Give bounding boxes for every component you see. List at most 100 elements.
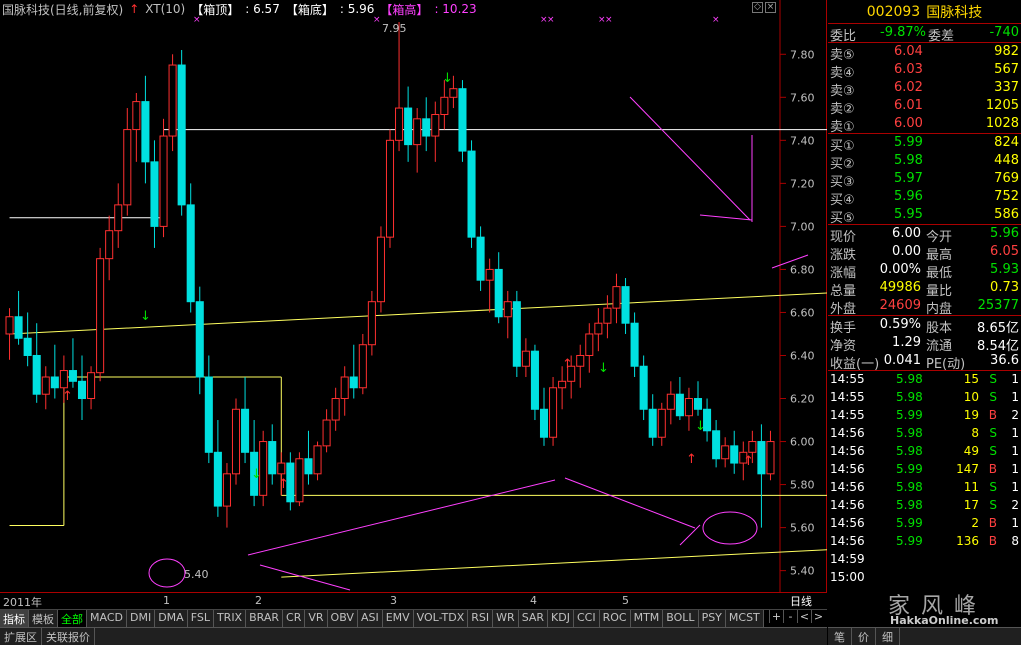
candle-body <box>105 230 114 260</box>
y-tick-label: 6.00 <box>790 436 815 449</box>
panel-bottom-tab[interactable]: 笔 <box>828 628 852 645</box>
tab-rsi[interactable]: RSI <box>468 610 494 627</box>
quote-stat-row: 总量 49986 量比 0.73 <box>828 279 1021 299</box>
tab-dma[interactable]: DMA <box>155 610 188 627</box>
buy-signal-icon: ↑ <box>562 357 573 372</box>
tab-wr[interactable]: WR <box>493 610 519 627</box>
quote-stat-row: 涨跌 0.00 最高 6.05 <box>828 243 1021 263</box>
date-axis-label: 3 <box>390 594 397 607</box>
candle-body <box>349 376 358 389</box>
signal-marker: × <box>373 15 381 25</box>
tab-emv[interactable]: EMV <box>382 610 414 627</box>
candle-body <box>657 408 666 438</box>
candle-body <box>748 441 757 453</box>
extension-area-tab[interactable]: 扩展区 <box>0 628 42 645</box>
tick-time: 14:56 <box>830 444 865 458</box>
tick-count: 1 <box>1011 462 1019 476</box>
watermark-url: HakkaOnline.com <box>890 614 999 627</box>
candle-body <box>204 376 213 453</box>
finance-label: PE(动) <box>926 357 966 372</box>
tab-brar[interactable]: BRAR <box>246 610 284 627</box>
tab-指标[interactable]: 指标 <box>0 610 29 627</box>
tick-count: 1 <box>1011 390 1019 404</box>
tab-macd[interactable]: MACD <box>87 610 127 627</box>
buy-orders: 买① 5.99 824 买② 5.98 448 买③ 5.97 769 买④ 5.96 752 买⑤ 5.… <box>828 133 1021 226</box>
stat-value: 0.00% <box>879 262 921 277</box>
tab-cr[interactable]: CR <box>283 610 306 627</box>
y-tick-label: 5.80 <box>790 479 815 492</box>
tab-mcst[interactable]: MCST <box>725 610 764 627</box>
tab-mtm[interactable]: MTM <box>630 610 664 627</box>
candle-body <box>576 354 585 367</box>
candle-body <box>222 473 231 507</box>
tab-boll[interactable]: BOLL <box>663 610 699 627</box>
candle-body <box>385 139 395 238</box>
order-volume: 1028 <box>985 116 1019 131</box>
candle-body <box>422 118 431 137</box>
y-tick-label: 6.20 <box>790 393 815 406</box>
tab-scroll-button[interactable]: - <box>783 610 797 623</box>
candle-body <box>313 445 322 475</box>
panel-bottom-tab[interactable]: 细 <box>876 628 900 645</box>
order-volume: 1205 <box>985 98 1019 113</box>
candle-body <box>195 301 204 378</box>
kline-chart-area[interactable]: 国脉科技(日线,前复权) ↑ XT(10) 【箱顶】 : 6.57 【箱底】 :… <box>0 0 827 592</box>
tab-dmi[interactable]: DMI <box>126 610 156 627</box>
tab-kdj[interactable]: KDJ <box>548 610 574 627</box>
tab-模板[interactable]: 模板 <box>29 610 58 627</box>
tick-time: 14:56 <box>830 480 865 494</box>
order-price: 5.99 <box>894 135 923 150</box>
candle-body <box>150 161 159 227</box>
tab-scroll-button[interactable]: > <box>811 610 825 623</box>
signal-marker: × <box>605 15 613 25</box>
candle-body <box>358 344 367 389</box>
candle-body <box>241 408 250 453</box>
candle-body <box>467 150 476 238</box>
y-tick-label: 5.60 <box>790 522 815 535</box>
candle-body <box>295 458 304 503</box>
candle-body <box>50 376 59 389</box>
candle-body <box>68 370 77 382</box>
tab-cci[interactable]: CCI <box>573 610 600 627</box>
candle-body <box>186 204 195 303</box>
tab-roc[interactable]: ROC <box>599 610 631 627</box>
finance-stats: 换手 0.59% 股本 8.65亿 净资 1.29 流通 8.54亿 收益(一) 0.041 PE(… <box>828 315 1021 372</box>
y-tick-label: 7.20 <box>790 177 815 190</box>
candle-body <box>376 236 385 303</box>
order-level-label: 卖① <box>830 120 855 135</box>
candle-body <box>712 430 721 460</box>
tab-psy[interactable]: PSY <box>698 610 726 627</box>
period-label[interactable]: 日线 <box>790 593 812 609</box>
signal-marker: × <box>193 15 201 25</box>
tab-obv[interactable]: OBV <box>327 610 358 627</box>
tab-scroll-button[interactable]: < <box>797 610 811 623</box>
stat-value: 6.05 <box>990 244 1019 259</box>
annotation-line <box>679 524 701 546</box>
candle-body <box>395 107 404 141</box>
tab-fsl[interactable]: FSL <box>187 610 214 627</box>
tick-row: 14:59 <box>828 551 1021 569</box>
candle-body <box>213 451 222 507</box>
tab-vr[interactable]: VR <box>305 610 328 627</box>
buy-signal-icon: ↑ <box>743 454 754 469</box>
tab-trix[interactable]: TRIX <box>213 610 247 627</box>
tab-全部[interactable]: 全部 <box>58 610 87 627</box>
tick-volume: 2 <box>971 516 979 530</box>
candle-body <box>340 376 349 400</box>
tab-sar[interactable]: SAR <box>518 610 549 627</box>
annotation-line <box>564 477 696 529</box>
order-price: 5.98 <box>894 153 923 168</box>
order-price: 5.96 <box>894 189 923 204</box>
sell-signal-icon: ↓ <box>695 419 706 434</box>
candle-body <box>530 350 539 410</box>
tab-scroll-button[interactable]: + <box>769 610 783 623</box>
signal-marker: × <box>547 15 555 25</box>
related-quote-tab[interactable]: 关联报价 <box>42 628 95 645</box>
tab-vol-tdx[interactable]: VOL-TDX <box>413 610 469 627</box>
panel-bottom-tab[interactable]: 价 <box>852 628 876 645</box>
candle-body <box>621 286 630 324</box>
order-volume: 337 <box>994 80 1019 95</box>
candle-body <box>168 64 177 137</box>
candle-body <box>648 408 657 438</box>
tab-asi[interactable]: ASI <box>357 610 383 627</box>
